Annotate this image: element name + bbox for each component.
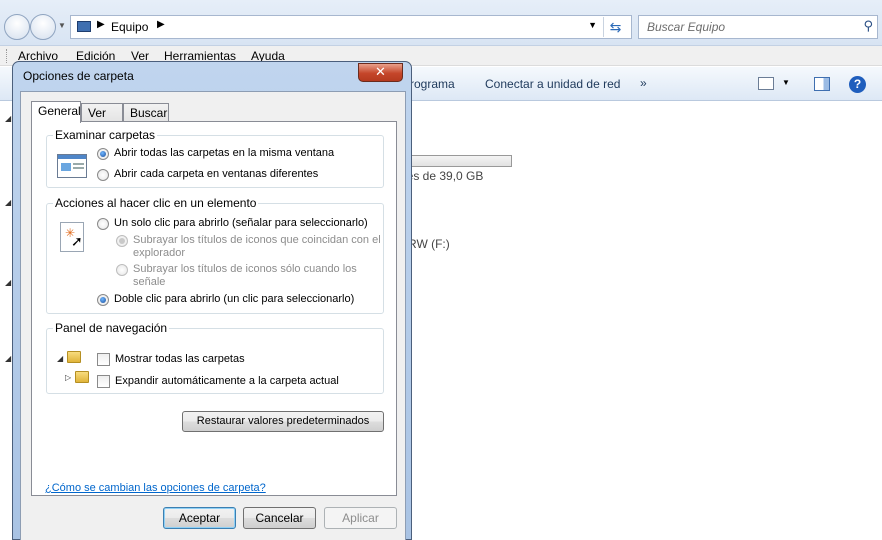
help-icon[interactable]: ? bbox=[849, 76, 866, 93]
checkbox-show-all-folders[interactable]: Mostrar todas las carpetas bbox=[97, 353, 245, 366]
tab-ver[interactable]: Ver bbox=[81, 103, 123, 123]
search-box[interactable]: Buscar Equipo ⚲ bbox=[638, 15, 878, 39]
preview-pane-icon[interactable] bbox=[814, 77, 830, 91]
search-input[interactable]: Buscar Equipo bbox=[647, 20, 725, 34]
uninstall-program-button[interactable]: rograma bbox=[410, 77, 455, 91]
underline-point-line1: Subrayar los títulos de iconos sólo cuan… bbox=[133, 263, 357, 275]
view-dropdown-icon[interactable]: ▼ bbox=[782, 78, 790, 87]
drive-free-space: les de 39,0 GB bbox=[404, 169, 484, 183]
computer-icon bbox=[77, 21, 91, 32]
radio-open-new-window[interactable]: Abrir cada carpeta en ventanas diferente… bbox=[97, 168, 318, 181]
expand-arrow-icon[interactable]: ◢ bbox=[5, 114, 11, 123]
recent-pages-dropdown-icon[interactable]: ▼ bbox=[58, 21, 66, 30]
apply-button: Aplicar bbox=[324, 507, 397, 529]
dialog-client: General Ver Buscar Examinar carpetas Abr… bbox=[20, 91, 406, 540]
click-actions-group: Acciones al hacer clic en un elemento ✳ ➚… bbox=[46, 196, 384, 314]
radio-button-checked[interactable] bbox=[97, 148, 109, 160]
help-link[interactable]: ¿Cómo se cambian las opciones de carpeta… bbox=[45, 482, 266, 494]
change-view-icon[interactable] bbox=[758, 77, 774, 90]
radio-open-same-window[interactable]: Abrir todas las carpetas en la misma ven… bbox=[97, 147, 334, 160]
address-dropdown-icon[interactable]: ▼ bbox=[588, 20, 597, 30]
browse-folders-title: Examinar carpetas bbox=[53, 128, 158, 142]
tab-general[interactable]: General bbox=[31, 101, 81, 123]
tab-buscar[interactable]: Buscar bbox=[123, 103, 169, 123]
dialog-title: Opciones de carpeta bbox=[23, 69, 134, 83]
drive-f-label[interactable]: RW (F:) bbox=[408, 237, 450, 251]
navigation-pane-title: Panel de navegación bbox=[53, 321, 170, 335]
underline-point-line2: señale bbox=[133, 276, 166, 288]
refresh-icon[interactable]: ⇆ bbox=[603, 17, 627, 37]
checkbox[interactable] bbox=[97, 353, 110, 366]
radio-button[interactable] bbox=[97, 169, 109, 181]
radio-underline-point: Subrayar los títulos de iconos sólo cuan… bbox=[116, 263, 357, 289]
breadcrumb-arrow-icon[interactable]: ▶ bbox=[97, 19, 105, 30]
ok-button[interactable]: Aceptar bbox=[163, 507, 236, 529]
navigation-pane-group: Panel de navegación ◢ ▷ Mostrar todas la… bbox=[46, 321, 384, 394]
general-tab-panel: Examinar carpetas Abrir todas las carpet… bbox=[31, 121, 397, 496]
expand-arrow-icon[interactable]: ◢ bbox=[5, 198, 11, 207]
click-cursor-icon: ✳ ➚ bbox=[60, 222, 84, 252]
folder-icon bbox=[67, 351, 81, 363]
folder-options-dialog: Opciones de carpeta ✕ General Ver Buscar… bbox=[12, 61, 412, 540]
checkbox-auto-expand[interactable]: Expandir automáticamente a la carpeta ac… bbox=[97, 375, 339, 388]
expand-arrow-icon[interactable]: ◢ bbox=[5, 354, 11, 363]
drive-usage-bar bbox=[404, 155, 512, 167]
address-bar[interactable]: ▶ Equipo ▶ ▼ ⇆ bbox=[70, 15, 632, 39]
breadcrumb-arrow-icon[interactable]: ▶ bbox=[157, 19, 165, 30]
radio-double-click[interactable]: Doble clic para abrirlo (un clic para se… bbox=[97, 293, 354, 306]
close-icon[interactable]: ✕ bbox=[358, 63, 403, 82]
radio-button-disabled bbox=[116, 235, 128, 247]
underline-consistent-line1: Subrayar los títulos de iconos que coinc… bbox=[133, 234, 381, 246]
checkbox[interactable] bbox=[97, 375, 110, 388]
explorer-toolbar: ▼ ▶ Equipo ▶ ▼ ⇆ Buscar Equipo ⚲ bbox=[0, 0, 882, 46]
expand-arrow-icon: ▷ bbox=[65, 373, 72, 382]
map-network-drive-button[interactable]: Conectar a unidad de red bbox=[485, 77, 620, 91]
forward-button[interactable] bbox=[30, 14, 56, 40]
radio-underline-consistent: Subrayar los títulos de iconos que coinc… bbox=[116, 234, 381, 260]
radio-single-click[interactable]: Un solo clic para abrirlo (señalar para … bbox=[97, 217, 368, 230]
folder-icon bbox=[75, 371, 89, 383]
radio-button-checked[interactable] bbox=[97, 294, 109, 306]
radio-button-disabled bbox=[116, 264, 128, 276]
cancel-button[interactable]: Cancelar bbox=[243, 507, 316, 529]
browse-folders-group: Examinar carpetas Abrir todas las carpet… bbox=[46, 128, 384, 188]
underline-consistent-line2: explorador bbox=[133, 247, 185, 259]
collapse-arrow-icon: ◢ bbox=[57, 354, 64, 363]
radio-button[interactable] bbox=[97, 218, 109, 230]
click-actions-title: Acciones al hacer clic en un elemento bbox=[53, 196, 259, 210]
breadcrumb-equipo[interactable]: Equipo bbox=[111, 20, 148, 34]
search-icon[interactable]: ⚲ bbox=[863, 18, 873, 34]
back-button[interactable] bbox=[4, 14, 30, 40]
restore-defaults-button[interactable]: Restaurar valores predeterminados bbox=[182, 411, 384, 432]
menu-grip bbox=[6, 49, 9, 63]
expand-arrow-icon[interactable]: ◢ bbox=[5, 278, 11, 287]
window-icon bbox=[57, 154, 87, 178]
more-commands-icon[interactable]: » bbox=[640, 76, 647, 90]
